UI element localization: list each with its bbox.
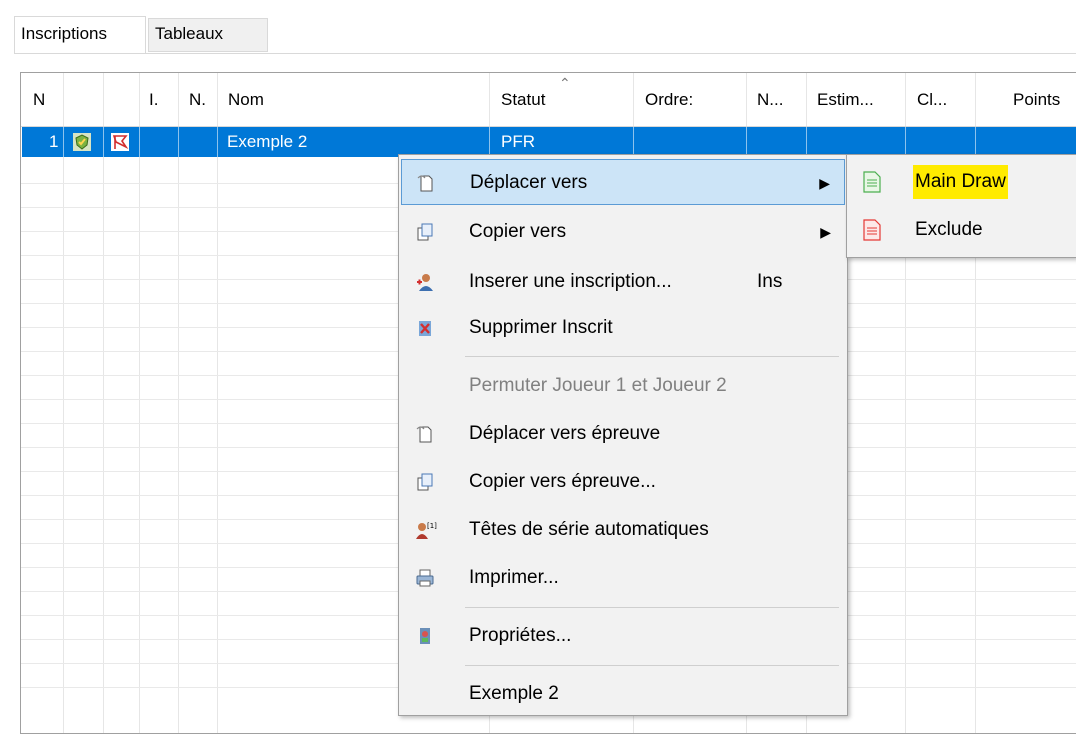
row-number: 1	[49, 132, 59, 151]
copy-document-icon	[417, 473, 433, 491]
submenu-deplacer-vers: Main Draw Exclude	[846, 154, 1076, 258]
menu-item-imprimer[interactable]: Imprimer...	[401, 555, 845, 601]
cell-border	[633, 127, 634, 157]
header-nom[interactable]: Nom	[228, 87, 264, 113]
header-n3[interactable]: N...	[757, 87, 783, 113]
printer-icon	[416, 569, 434, 587]
tab-tableaux[interactable]: Tableaux	[148, 18, 268, 52]
row-status: PFR	[501, 132, 535, 151]
green-document-icon	[863, 171, 881, 193]
menu-item-label: Imprimer...	[469, 567, 559, 588]
cell-border	[489, 127, 490, 157]
menu-item-exemple-2[interactable]: Exemple 2	[401, 671, 845, 717]
menu-item-deplacer-vers-epreuve[interactable]: Déplacer vers épreuve	[401, 411, 845, 457]
menu-item-label: Permuter Joueur 1 et Joueur 2	[469, 375, 727, 396]
copy-document-icon	[417, 223, 433, 241]
move-document-icon	[416, 426, 432, 443]
column-line	[217, 73, 218, 733]
header-n2[interactable]: N.	[189, 87, 206, 113]
insert-user-icon	[417, 274, 433, 291]
menu-item-label: Déplacer vers	[470, 172, 588, 193]
menu-item-copier-vers[interactable]: Copier vers ▶	[401, 209, 845, 255]
header-estim[interactable]: Estim...	[817, 87, 874, 113]
properties-icon	[420, 628, 430, 644]
menu-item-label: Supprimer Inscrit	[469, 317, 613, 338]
menu-item-tetes-de-serie[interactable]: [1] Têtes de série automatiques	[401, 507, 845, 553]
tab-inscriptions[interactable]: Inscriptions	[14, 16, 146, 54]
menu-item-label: Propriétes...	[469, 625, 572, 646]
seed-icon-text: [1]	[427, 522, 437, 530]
cell-border	[975, 127, 976, 157]
header-points[interactable]: Points	[1013, 87, 1060, 113]
shield-check-icon	[73, 133, 91, 151]
cell-border	[905, 127, 906, 157]
move-document-icon	[417, 175, 433, 192]
menu-shortcut: Ins	[757, 271, 783, 292]
tab-divider	[14, 53, 1076, 54]
menu-item-label: Copier vers épreuve...	[469, 471, 656, 492]
submenu-arrow-icon: ▶	[820, 224, 831, 240]
submenu-item-label: Exclude	[915, 219, 983, 240]
menu-separator	[465, 665, 839, 666]
submenu-item-main-draw[interactable]: Main Draw	[849, 159, 1075, 205]
header-i[interactable]: I.	[149, 87, 158, 113]
cell-border	[63, 127, 64, 157]
menu-separator	[465, 607, 839, 608]
menu-item-copier-vers-epreuve[interactable]: Copier vers épreuve...	[401, 459, 845, 505]
table-row-selected[interactable]	[22, 127, 1076, 157]
menu-item-label: Inserer une inscription...	[469, 271, 672, 292]
cell-border	[217, 127, 218, 157]
cell-border	[806, 127, 807, 157]
cell-border	[139, 127, 140, 157]
column-line	[63, 73, 64, 733]
column-line	[178, 73, 179, 733]
column-line	[139, 73, 140, 733]
cell-border	[746, 127, 747, 157]
header-n[interactable]: N	[33, 87, 45, 113]
seed-user-icon: [1]	[416, 522, 437, 539]
submenu-item-label: Main Draw	[913, 165, 1008, 199]
header-cl[interactable]: Cl...	[917, 87, 947, 113]
submenu-arrow-icon: ▶	[819, 175, 830, 191]
column-line	[103, 73, 104, 733]
row-name: Exemple 2	[227, 132, 308, 151]
menu-item-label: Têtes de série automatiques	[469, 519, 709, 540]
header-ordre[interactable]: Ordre:	[645, 87, 693, 113]
cell-border	[178, 127, 179, 157]
submenu-item-exclude[interactable]: Exclude	[849, 207, 1075, 253]
menu-item-deplacer-vers[interactable]: Déplacer vers ▶	[401, 159, 845, 205]
menu-item-proprietes[interactable]: Propriétes...	[401, 613, 845, 659]
menu-item-supprimer-inscrit[interactable]: Supprimer Inscrit	[401, 305, 845, 351]
menu-item-label: Déplacer vers épreuve	[469, 423, 661, 444]
menu-item-permuter-joueurs[interactable]: Permuter Joueur 1 et Joueur 2	[401, 363, 845, 409]
red-document-icon	[863, 219, 881, 241]
menu-item-label: Copier vers	[469, 221, 567, 242]
delete-user-icon	[419, 321, 431, 336]
flag-icon	[111, 133, 129, 151]
sort-ascending-icon: ⌃	[559, 75, 571, 91]
menu-separator	[465, 356, 839, 357]
context-menu: Déplacer vers ▶ Copier vers ▶ Inserer un…	[398, 154, 848, 716]
header-statut[interactable]: Statut	[501, 87, 545, 113]
menu-item-label: Exemple 2	[469, 683, 559, 704]
menu-item-inserer-inscription[interactable]: Inserer une inscription... Ins	[401, 259, 845, 305]
cell-border	[103, 127, 104, 157]
